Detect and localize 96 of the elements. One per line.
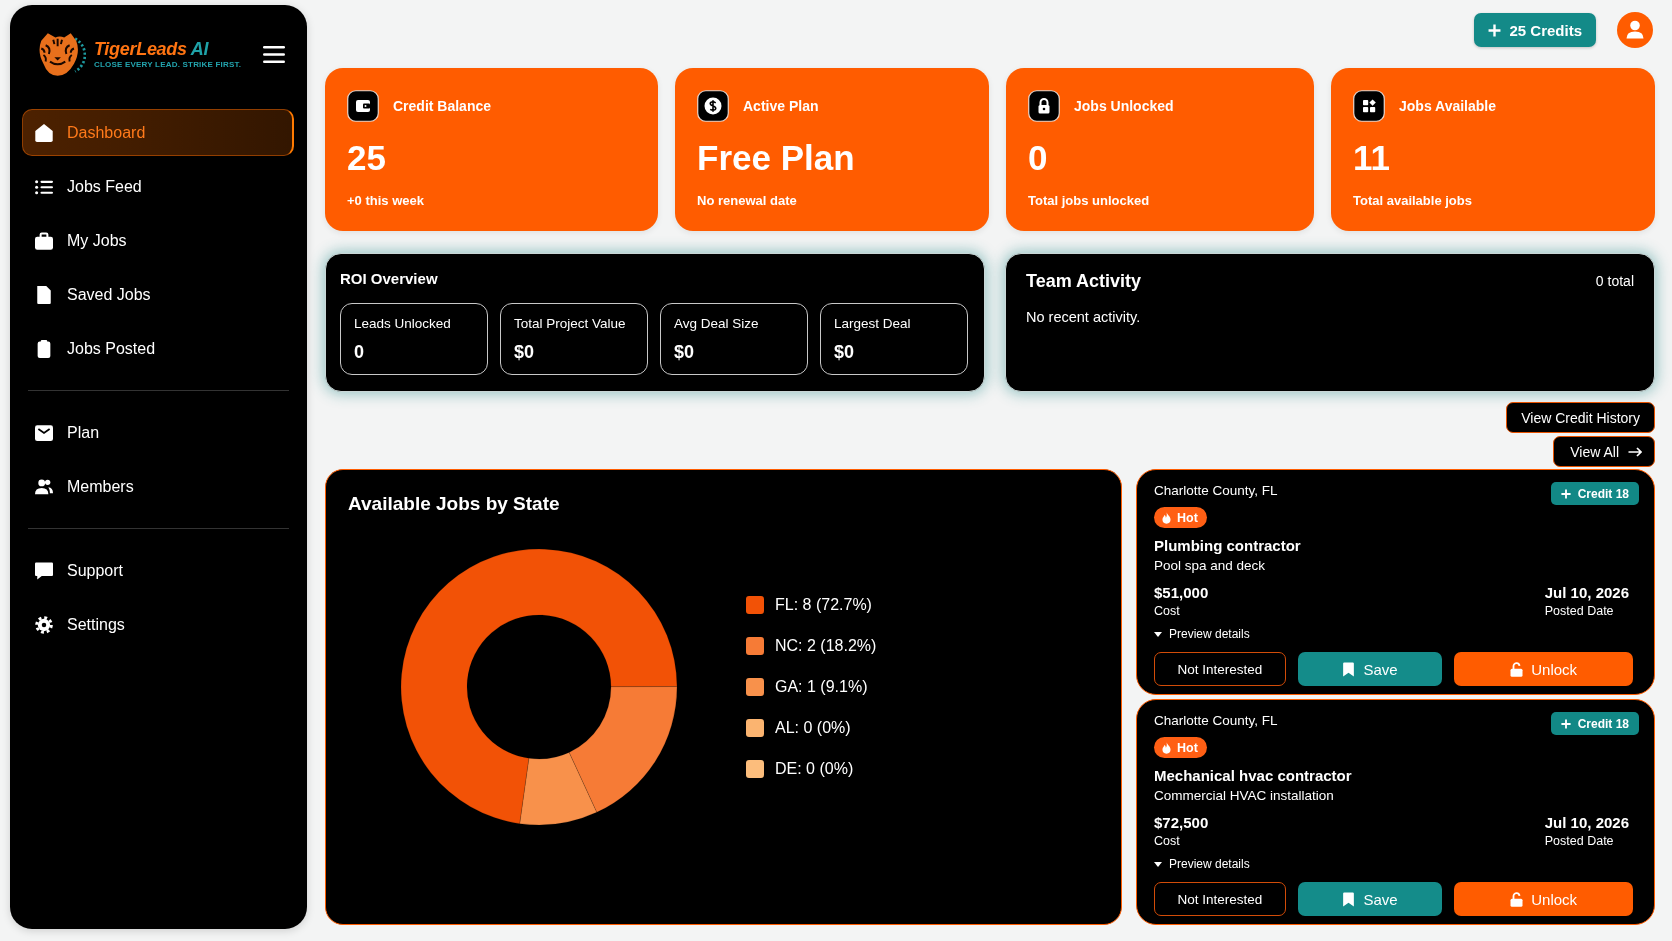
stat-value: Free Plan — [697, 138, 855, 178]
credit-amount: Credit 18 — [1577, 486, 1629, 501]
briefcase-icon — [35, 231, 53, 250]
legend-label: GA: 1 (9.1%) — [775, 678, 868, 696]
legend-label: FL: 8 (72.7%) — [775, 596, 872, 614]
unlocked-padlock-icon — [1510, 891, 1524, 907]
panel-title: ROI Overview — [340, 269, 438, 289]
nav-item[interactable]: Plan — [22, 409, 294, 456]
nav-item[interactable]: Support — [22, 547, 294, 594]
stat-note: No renewal date — [697, 193, 797, 209]
job-location: Charlotte County, FL — [1154, 712, 1278, 730]
legend-label: AL: 0 (0%) — [775, 719, 851, 737]
job-title: Plumbing contractor — [1154, 536, 1301, 556]
metric-label: Leads Unlocked — [354, 315, 451, 333]
list-icon — [35, 177, 53, 196]
job-price: $51,000 — [1154, 583, 1209, 603]
stat-title: Credit Balance — [393, 98, 492, 114]
credit-amount: Credit 18 — [1577, 716, 1629, 731]
save-button[interactable]: Save — [1297, 652, 1443, 686]
arrow-right-icon — [1628, 446, 1642, 457]
tag-label: Hot — [1177, 510, 1198, 525]
nav-item[interactable]: Dashboard — [22, 109, 294, 156]
chart-title: Available Jobs by State — [348, 492, 560, 516]
home-icon — [35, 123, 53, 142]
bookmark-icon — [1342, 891, 1356, 907]
stat-title: Jobs Available — [1399, 98, 1496, 114]
job-description: Commercial HVAC installation — [1154, 787, 1334, 805]
nav-item[interactable]: Jobs Feed — [22, 163, 294, 210]
save-button[interactable]: Save — [1297, 882, 1443, 916]
date-label: Posted Date — [1544, 833, 1614, 849]
padlock-icon — [1028, 90, 1060, 122]
empty-state-text: No recent activity. — [1026, 308, 1141, 327]
plus-icon — [1560, 718, 1571, 729]
nav-item[interactable]: Jobs Posted — [22, 325, 294, 372]
users-icon — [35, 477, 53, 496]
envelope-icon — [35, 423, 53, 442]
metric-value: 0 — [354, 341, 364, 363]
view-credit-history-button[interactable]: View Credit History — [1506, 402, 1655, 433]
menu-icon[interactable] — [263, 45, 285, 63]
stat-value: 25 — [347, 138, 386, 178]
not-interested-button[interactable]: Not Interested — [1154, 652, 1286, 686]
settings-icon — [35, 615, 53, 634]
nav-item[interactable]: Members — [22, 463, 294, 510]
flame-icon — [1162, 741, 1171, 754]
job-description: Pool spa and deck — [1154, 557, 1266, 575]
job-title: Mechanical hvac contractor — [1154, 766, 1352, 786]
stat-value: 0 — [1028, 138, 1048, 178]
wallet-icon — [347, 90, 379, 122]
bookmark-icon — [1342, 661, 1356, 677]
chat-bubble-icon — [35, 561, 53, 580]
tiger-head-icon — [38, 31, 86, 77]
stat-note: Total jobs unlocked — [1028, 193, 1150, 209]
stat-title: Jobs Unlocked — [1074, 98, 1174, 114]
nav-item[interactable]: Saved Jobs — [22, 271, 294, 318]
panel-title: Team Activity — [1026, 270, 1142, 293]
price-label: Cost — [1154, 603, 1180, 619]
logo-wordmark: TigerLeads AI — [94, 38, 210, 60]
dollar-coin-icon — [697, 90, 729, 122]
document-icon — [35, 285, 53, 304]
clipboard-icon — [35, 339, 53, 358]
plus-icon — [1488, 23, 1502, 37]
unlocked-padlock-icon — [1510, 661, 1524, 677]
stat-value: 11 — [1353, 138, 1390, 178]
not-interested-button[interactable]: Not Interested — [1154, 882, 1286, 916]
stat-note: Total available jobs — [1353, 193, 1472, 209]
caret-down-icon — [1154, 861, 1162, 867]
logo-tagline: CLOSE EVERY LEAD. STRIKE FIRST. — [94, 60, 242, 70]
preview-details-toggle[interactable]: Preview details — [1154, 856, 1250, 872]
legend-label: NC: 2 (18.2%) — [775, 637, 877, 655]
grid-icon — [1353, 90, 1385, 122]
price-label: Cost — [1154, 833, 1180, 849]
legend-label: DE: 0 (0%) — [775, 760, 854, 778]
metric-label: Avg Deal Size — [674, 315, 759, 333]
nav-item[interactable]: Settings — [22, 601, 294, 648]
plus-icon — [1560, 488, 1571, 499]
activity-count: 0 total — [1595, 273, 1634, 289]
credits-button[interactable]: 25 Credits — [1474, 13, 1596, 47]
job-location: Charlotte County, FL — [1154, 482, 1278, 500]
nav-item[interactable]: My Jobs — [22, 217, 294, 264]
tag-label: Hot — [1177, 740, 1198, 755]
avatar-icon[interactable] — [1617, 12, 1653, 48]
flame-icon — [1162, 511, 1171, 524]
metric-value: $0 — [834, 341, 855, 363]
metric-label: Total Project Value — [514, 315, 626, 333]
caret-down-icon — [1154, 631, 1162, 637]
posted-date: Jul 10, 2026 — [1544, 813, 1629, 833]
preview-details-toggle[interactable]: Preview details — [1154, 626, 1250, 642]
metric-label: Largest Deal — [834, 315, 911, 333]
stat-title: Active Plan — [743, 98, 819, 114]
date-label: Posted Date — [1544, 603, 1614, 619]
view-all-button[interactable]: View All — [1553, 436, 1655, 467]
posted-date: Jul 10, 2026 — [1544, 583, 1629, 603]
job-price: $72,500 — [1154, 813, 1209, 833]
stat-note: +0 this week — [347, 193, 424, 209]
metric-value: $0 — [674, 341, 695, 363]
metric-value: $0 — [514, 341, 535, 363]
